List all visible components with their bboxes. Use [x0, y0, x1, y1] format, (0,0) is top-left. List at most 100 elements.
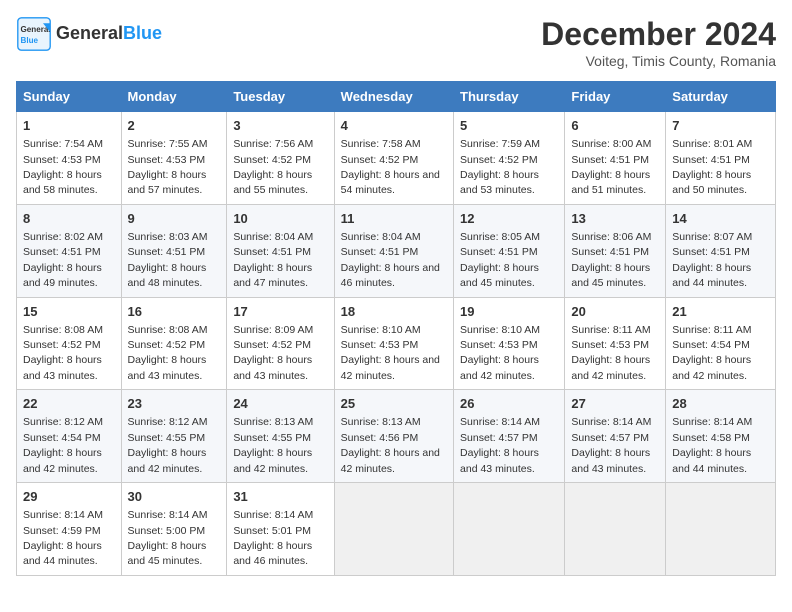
calendar-cell: 21 Sunrise: 8:11 AMSunset: 4:54 PMDaylig… — [666, 297, 776, 390]
day-number: 6 — [571, 117, 659, 135]
cell-info: Sunrise: 8:04 AMSunset: 4:51 PMDaylight:… — [341, 231, 440, 289]
weekday-header-sunday: Sunday — [17, 82, 122, 112]
main-title: December 2024 — [541, 16, 776, 53]
calendar-cell: 9 Sunrise: 8:03 AMSunset: 4:51 PMDayligh… — [121, 204, 227, 297]
day-number: 3 — [233, 117, 327, 135]
weekday-header-tuesday: Tuesday — [227, 82, 334, 112]
calendar-cell: 28 Sunrise: 8:14 AMSunset: 4:58 PMDaylig… — [666, 390, 776, 483]
cell-info: Sunrise: 8:05 AMSunset: 4:51 PMDaylight:… — [460, 231, 540, 289]
calendar-cell: 15 Sunrise: 8:08 AMSunset: 4:52 PMDaylig… — [17, 297, 122, 390]
calendar-cell: 4 Sunrise: 7:58 AMSunset: 4:52 PMDayligh… — [334, 112, 453, 205]
cell-info: Sunrise: 8:12 AMSunset: 4:54 PMDaylight:… — [23, 416, 103, 474]
weekday-header-thursday: Thursday — [454, 82, 565, 112]
day-number: 4 — [341, 117, 447, 135]
calendar-cell: 22 Sunrise: 8:12 AMSunset: 4:54 PMDaylig… — [17, 390, 122, 483]
calendar-cell: 6 Sunrise: 8:00 AMSunset: 4:51 PMDayligh… — [565, 112, 666, 205]
cell-info: Sunrise: 8:06 AMSunset: 4:51 PMDaylight:… — [571, 231, 651, 289]
day-number: 10 — [233, 210, 327, 228]
week-row-1: 1 Sunrise: 7:54 AMSunset: 4:53 PMDayligh… — [17, 112, 776, 205]
day-number: 11 — [341, 210, 447, 228]
calendar-cell: 17 Sunrise: 8:09 AMSunset: 4:52 PMDaylig… — [227, 297, 334, 390]
svg-text:Blue: Blue — [21, 36, 39, 45]
logo-text: GeneralBlue — [56, 24, 162, 44]
calendar-cell: 5 Sunrise: 7:59 AMSunset: 4:52 PMDayligh… — [454, 112, 565, 205]
cell-info: Sunrise: 8:01 AMSunset: 4:51 PMDaylight:… — [672, 138, 752, 196]
logo-icon: General Blue — [16, 16, 52, 52]
day-number: 9 — [128, 210, 221, 228]
calendar-cell: 8 Sunrise: 8:02 AMSunset: 4:51 PMDayligh… — [17, 204, 122, 297]
day-number: 14 — [672, 210, 769, 228]
calendar-cell: 23 Sunrise: 8:12 AMSunset: 4:55 PMDaylig… — [121, 390, 227, 483]
calendar-cell: 18 Sunrise: 8:10 AMSunset: 4:53 PMDaylig… — [334, 297, 453, 390]
cell-info: Sunrise: 7:55 AMSunset: 4:53 PMDaylight:… — [128, 138, 208, 196]
day-number: 13 — [571, 210, 659, 228]
calendar-cell — [454, 483, 565, 576]
cell-info: Sunrise: 8:14 AMSunset: 4:59 PMDaylight:… — [23, 509, 103, 567]
calendar-cell: 12 Sunrise: 8:05 AMSunset: 4:51 PMDaylig… — [454, 204, 565, 297]
subtitle: Voiteg, Timis County, Romania — [541, 53, 776, 69]
calendar-cell: 27 Sunrise: 8:14 AMSunset: 4:57 PMDaylig… — [565, 390, 666, 483]
calendar-cell: 1 Sunrise: 7:54 AMSunset: 4:53 PMDayligh… — [17, 112, 122, 205]
cell-info: Sunrise: 8:11 AMSunset: 4:54 PMDaylight:… — [672, 324, 751, 382]
calendar-cell: 24 Sunrise: 8:13 AMSunset: 4:55 PMDaylig… — [227, 390, 334, 483]
cell-info: Sunrise: 7:54 AMSunset: 4:53 PMDaylight:… — [23, 138, 103, 196]
calendar-cell: 10 Sunrise: 8:04 AMSunset: 4:51 PMDaylig… — [227, 204, 334, 297]
day-number: 29 — [23, 488, 115, 506]
cell-info: Sunrise: 8:02 AMSunset: 4:51 PMDaylight:… — [23, 231, 103, 289]
week-row-5: 29 Sunrise: 8:14 AMSunset: 4:59 PMDaylig… — [17, 483, 776, 576]
cell-info: Sunrise: 8:08 AMSunset: 4:52 PMDaylight:… — [23, 324, 103, 382]
title-block: December 2024 Voiteg, Timis County, Roma… — [541, 16, 776, 69]
day-number: 20 — [571, 303, 659, 321]
calendar-cell: 30 Sunrise: 8:14 AMSunset: 5:00 PMDaylig… — [121, 483, 227, 576]
weekday-header-wednesday: Wednesday — [334, 82, 453, 112]
calendar-cell: 31 Sunrise: 8:14 AMSunset: 5:01 PMDaylig… — [227, 483, 334, 576]
calendar-table: SundayMondayTuesdayWednesdayThursdayFrid… — [16, 81, 776, 576]
cell-info: Sunrise: 7:56 AMSunset: 4:52 PMDaylight:… — [233, 138, 313, 196]
cell-info: Sunrise: 7:59 AMSunset: 4:52 PMDaylight:… — [460, 138, 540, 196]
day-number: 15 — [23, 303, 115, 321]
day-number: 1 — [23, 117, 115, 135]
weekday-header-saturday: Saturday — [666, 82, 776, 112]
cell-info: Sunrise: 8:04 AMSunset: 4:51 PMDaylight:… — [233, 231, 313, 289]
calendar-cell: 11 Sunrise: 8:04 AMSunset: 4:51 PMDaylig… — [334, 204, 453, 297]
day-number: 2 — [128, 117, 221, 135]
cell-info: Sunrise: 8:14 AMSunset: 4:57 PMDaylight:… — [571, 416, 651, 474]
cell-info: Sunrise: 7:58 AMSunset: 4:52 PMDaylight:… — [341, 138, 440, 196]
calendar-cell: 19 Sunrise: 8:10 AMSunset: 4:53 PMDaylig… — [454, 297, 565, 390]
cell-info: Sunrise: 8:14 AMSunset: 4:58 PMDaylight:… — [672, 416, 752, 474]
day-number: 16 — [128, 303, 221, 321]
week-row-4: 22 Sunrise: 8:12 AMSunset: 4:54 PMDaylig… — [17, 390, 776, 483]
week-row-2: 8 Sunrise: 8:02 AMSunset: 4:51 PMDayligh… — [17, 204, 776, 297]
cell-info: Sunrise: 8:03 AMSunset: 4:51 PMDaylight:… — [128, 231, 208, 289]
day-number: 19 — [460, 303, 558, 321]
cell-info: Sunrise: 8:14 AMSunset: 5:00 PMDaylight:… — [128, 509, 208, 567]
logo: General Blue GeneralBlue — [16, 16, 162, 52]
day-number: 30 — [128, 488, 221, 506]
cell-info: Sunrise: 8:09 AMSunset: 4:52 PMDaylight:… — [233, 324, 313, 382]
calendar-cell: 14 Sunrise: 8:07 AMSunset: 4:51 PMDaylig… — [666, 204, 776, 297]
day-number: 24 — [233, 395, 327, 413]
cell-info: Sunrise: 8:10 AMSunset: 4:53 PMDaylight:… — [341, 324, 440, 382]
cell-info: Sunrise: 8:00 AMSunset: 4:51 PMDaylight:… — [571, 138, 651, 196]
day-number: 26 — [460, 395, 558, 413]
calendar-cell — [334, 483, 453, 576]
calendar-cell — [565, 483, 666, 576]
day-number: 5 — [460, 117, 558, 135]
calendar-cell — [666, 483, 776, 576]
cell-info: Sunrise: 8:12 AMSunset: 4:55 PMDaylight:… — [128, 416, 208, 474]
calendar-cell: 26 Sunrise: 8:14 AMSunset: 4:57 PMDaylig… — [454, 390, 565, 483]
cell-info: Sunrise: 8:13 AMSunset: 4:56 PMDaylight:… — [341, 416, 440, 474]
cell-info: Sunrise: 8:07 AMSunset: 4:51 PMDaylight:… — [672, 231, 752, 289]
day-number: 12 — [460, 210, 558, 228]
calendar-cell: 7 Sunrise: 8:01 AMSunset: 4:51 PMDayligh… — [666, 112, 776, 205]
day-number: 21 — [672, 303, 769, 321]
day-number: 27 — [571, 395, 659, 413]
day-number: 7 — [672, 117, 769, 135]
day-number: 8 — [23, 210, 115, 228]
cell-info: Sunrise: 8:14 AMSunset: 4:57 PMDaylight:… — [460, 416, 540, 474]
week-row-3: 15 Sunrise: 8:08 AMSunset: 4:52 PMDaylig… — [17, 297, 776, 390]
day-number: 17 — [233, 303, 327, 321]
cell-info: Sunrise: 8:10 AMSunset: 4:53 PMDaylight:… — [460, 324, 540, 382]
weekday-header-friday: Friday — [565, 82, 666, 112]
day-number: 31 — [233, 488, 327, 506]
